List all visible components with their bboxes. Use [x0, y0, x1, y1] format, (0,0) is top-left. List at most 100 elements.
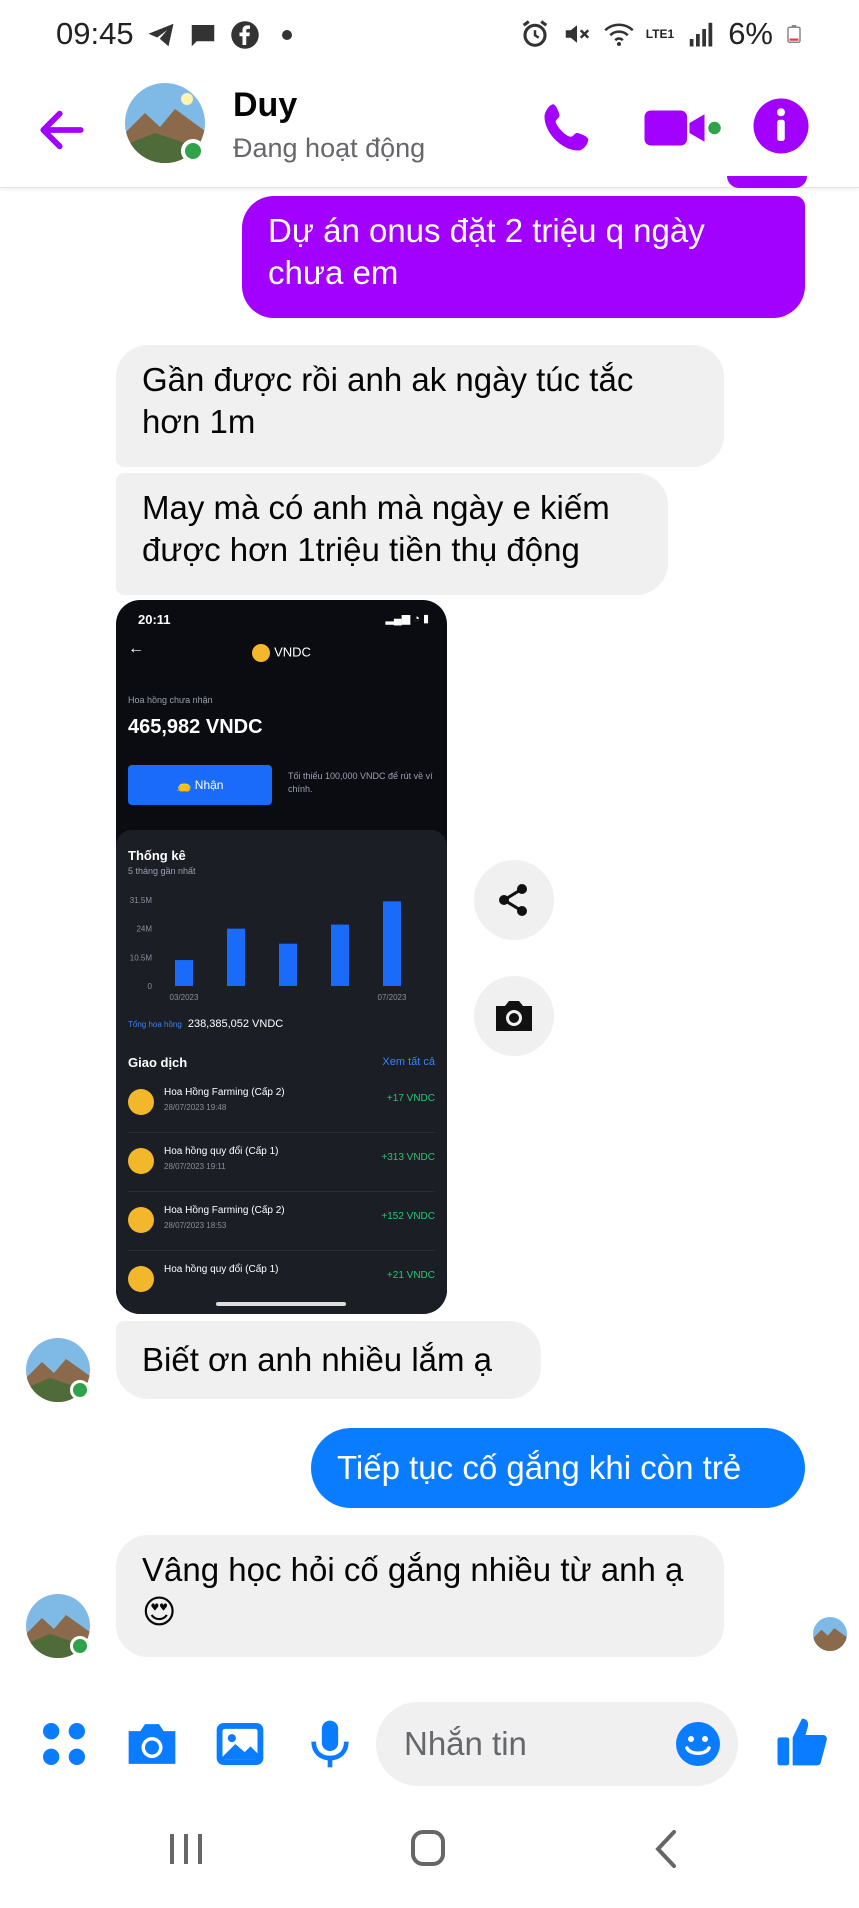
pending-label: Hoa hồng chưa nhận: [128, 695, 213, 705]
total-value: 238,385,052 VNDC: [187, 1018, 284, 1030]
emoji-icon[interactable]: [674, 1720, 722, 1768]
transaction-row: Hoa Hồng Farming (Cấp 2) 28/07/2023 18:5…: [128, 1193, 435, 1251]
microphone-icon[interactable]: [302, 1716, 358, 1772]
seen-receipt-avatar: [813, 1617, 847, 1651]
previous-message-edge: [727, 176, 807, 188]
share-icon: [499, 884, 527, 916]
message-text: Gần được rồi anh ak ngày túc tắc hơn 1m: [142, 361, 634, 440]
total-label: Tổng hoa hồng: [128, 1020, 182, 1029]
chart-bar: [227, 928, 245, 986]
transaction-date: 28/07/2023 18:53: [164, 1221, 227, 1230]
y-tick-label: 24M: [136, 925, 152, 934]
recent-apps-icon[interactable]: [156, 1824, 216, 1874]
share-button[interactable]: [474, 860, 554, 940]
minimum-note: Tối thiểu 100,000 VNDC để rút về ví chín…: [288, 771, 433, 794]
telegram-icon: [148, 23, 174, 47]
thumbs-up-icon[interactable]: [774, 1714, 830, 1770]
transaction-amount: +152 VNDC: [381, 1211, 435, 1222]
battery-icon: [787, 25, 801, 43]
contact-name[interactable]: Duy: [233, 86, 297, 125]
coin-icon: [128, 1089, 154, 1115]
x-tick-label: 03/2023: [170, 993, 199, 1002]
camera-icon: [496, 1001, 532, 1031]
message-bubble-outgoing[interactable]: Tiếp tục cố gắng khi còn trẻ: [311, 1428, 805, 1508]
message-bubble-incoming[interactable]: May mà có anh mà ngày e kiếm được hơn 1t…: [116, 473, 668, 595]
contact-status: Đang hoạt động: [233, 133, 426, 163]
network-label: LTE1: [645, 27, 675, 41]
transaction-amount: +313 VNDC: [381, 1152, 435, 1163]
screenshot-time: 20:11: [138, 612, 171, 627]
chart-bar: [383, 901, 401, 986]
bar-chart: 0 10.5M 24M 31.5M 03/2023 07/2023: [130, 896, 407, 1002]
transaction-date: 28/07/2023 19:11: [164, 1162, 226, 1171]
signal-icon: [689, 22, 713, 47]
message-bubble-incoming[interactable]: Biết ơn anh nhiều lắm ạ: [116, 1321, 541, 1399]
status-time: 09:45: [56, 16, 134, 51]
transaction-name: Hoa hồng quy đổi (Cấp 1): [164, 1264, 279, 1275]
chart-bar: [331, 924, 349, 986]
shared-screenshot-image[interactable]: 20:11 ▂▄▆ ◔ ▮ ← VNDC Hoa hồng chưa nhận …: [116, 600, 447, 1314]
message-text: May mà có anh mà ngày e kiếm được hơn 1t…: [142, 489, 610, 568]
wifi-icon: [604, 23, 634, 46]
message-text: Dự án onus đặt 2 triệu q ngày chưa em: [268, 212, 705, 291]
message-icon: [191, 25, 215, 47]
transaction-row: Hoa Hồng Farming (Cấp 2) 28/07/2023 19:4…: [128, 1075, 435, 1133]
dot-icon: [282, 30, 292, 40]
back-nav-icon[interactable]: [636, 1824, 696, 1874]
system-nav-bar: [0, 1790, 859, 1908]
chart-bar: [175, 960, 193, 986]
transactions-title: Giao dịch: [128, 1055, 188, 1070]
transaction-row: Hoa hồng quy đổi (Cấp 1) 28/07/2023 19:1…: [128, 1134, 435, 1192]
online-indicator: [70, 1380, 90, 1400]
money-bag-icon: 👝: [176, 778, 195, 792]
transaction-date: 28/07/2023 19:48: [164, 1103, 227, 1112]
chart-bar: [279, 943, 297, 986]
home-indicator: [216, 1302, 346, 1306]
online-indicator: [181, 139, 205, 163]
battery-percent: 6%: [728, 16, 773, 51]
pending-amount: 465,982 VNDC: [128, 716, 263, 738]
screenshot-title: VNDC: [274, 644, 311, 660]
transaction-name: Hoa Hồng Farming (Cấp 2): [164, 1205, 285, 1216]
claim-button: 👝 Nhận: [128, 765, 272, 805]
video-call-icon[interactable]: [642, 98, 722, 158]
camera-icon[interactable]: [124, 1716, 180, 1772]
screenshot-status-icons: ▂▄▆ ◔ ▮: [385, 613, 429, 625]
transaction-amount: +17 VNDC: [386, 1093, 435, 1104]
transaction-amount: +21 VNDC: [386, 1270, 435, 1281]
stats-subtitle: 5 tháng gần nhất: [128, 866, 196, 876]
message-text: Biết ơn anh nhiều lắm ạ: [142, 1341, 493, 1378]
see-all-link: Xem tất cả: [382, 1056, 435, 1068]
transaction-name: Hoa hồng quy đổi (Cấp 1): [164, 1146, 279, 1157]
info-icon[interactable]: [751, 96, 811, 156]
message-composer: [0, 1700, 859, 1790]
message-text: Tiếp tục cố gắng khi còn trẻ: [337, 1449, 742, 1486]
x-tick-label: 07/2023: [378, 993, 407, 1002]
mute-icon: [565, 25, 589, 43]
coin-icon: [128, 1266, 154, 1292]
message-bubble-incoming[interactable]: Gần được rồi anh ak ngày túc tắc hơn 1m: [116, 345, 724, 467]
y-tick-label: 0: [148, 982, 153, 991]
conversation-header: Duy Đang hoạt động: [0, 72, 859, 188]
message-text: Vâng học hỏi cố gắng nhiều từ anh ạ😍: [142, 1551, 684, 1630]
stats-title: Thống kê: [128, 848, 186, 863]
alarm-icon: [522, 20, 547, 47]
apps-menu-icon[interactable]: [36, 1716, 92, 1772]
back-arrow-icon[interactable]: [34, 102, 90, 158]
gallery-icon[interactable]: [212, 1716, 268, 1772]
vndc-coin-icon: [252, 644, 271, 662]
status-bar: 09:45 LTE1 6%: [0, 0, 859, 72]
coin-icon: [128, 1207, 154, 1233]
facebook-icon: [231, 21, 259, 49]
y-tick-label: 10.5M: [130, 953, 153, 962]
phone-call-icon[interactable]: [537, 98, 597, 158]
online-indicator: [70, 1636, 90, 1656]
save-image-button[interactable]: [474, 976, 554, 1056]
message-bubble-incoming[interactable]: Vâng học hỏi cố gắng nhiều từ anh ạ😍: [116, 1535, 724, 1657]
stats-panel: Thống kê 5 tháng gần nhất 0 10.5M 24M 31.5M…: [116, 830, 447, 1314]
home-icon[interactable]: [398, 1824, 458, 1874]
transaction-name: Hoa Hồng Farming (Cấp 2): [164, 1087, 285, 1098]
y-tick-label: 31.5M: [130, 896, 153, 905]
message-bubble-outgoing[interactable]: Dự án onus đặt 2 triệu q ngày chưa em: [242, 196, 805, 318]
coin-icon: [128, 1148, 154, 1174]
